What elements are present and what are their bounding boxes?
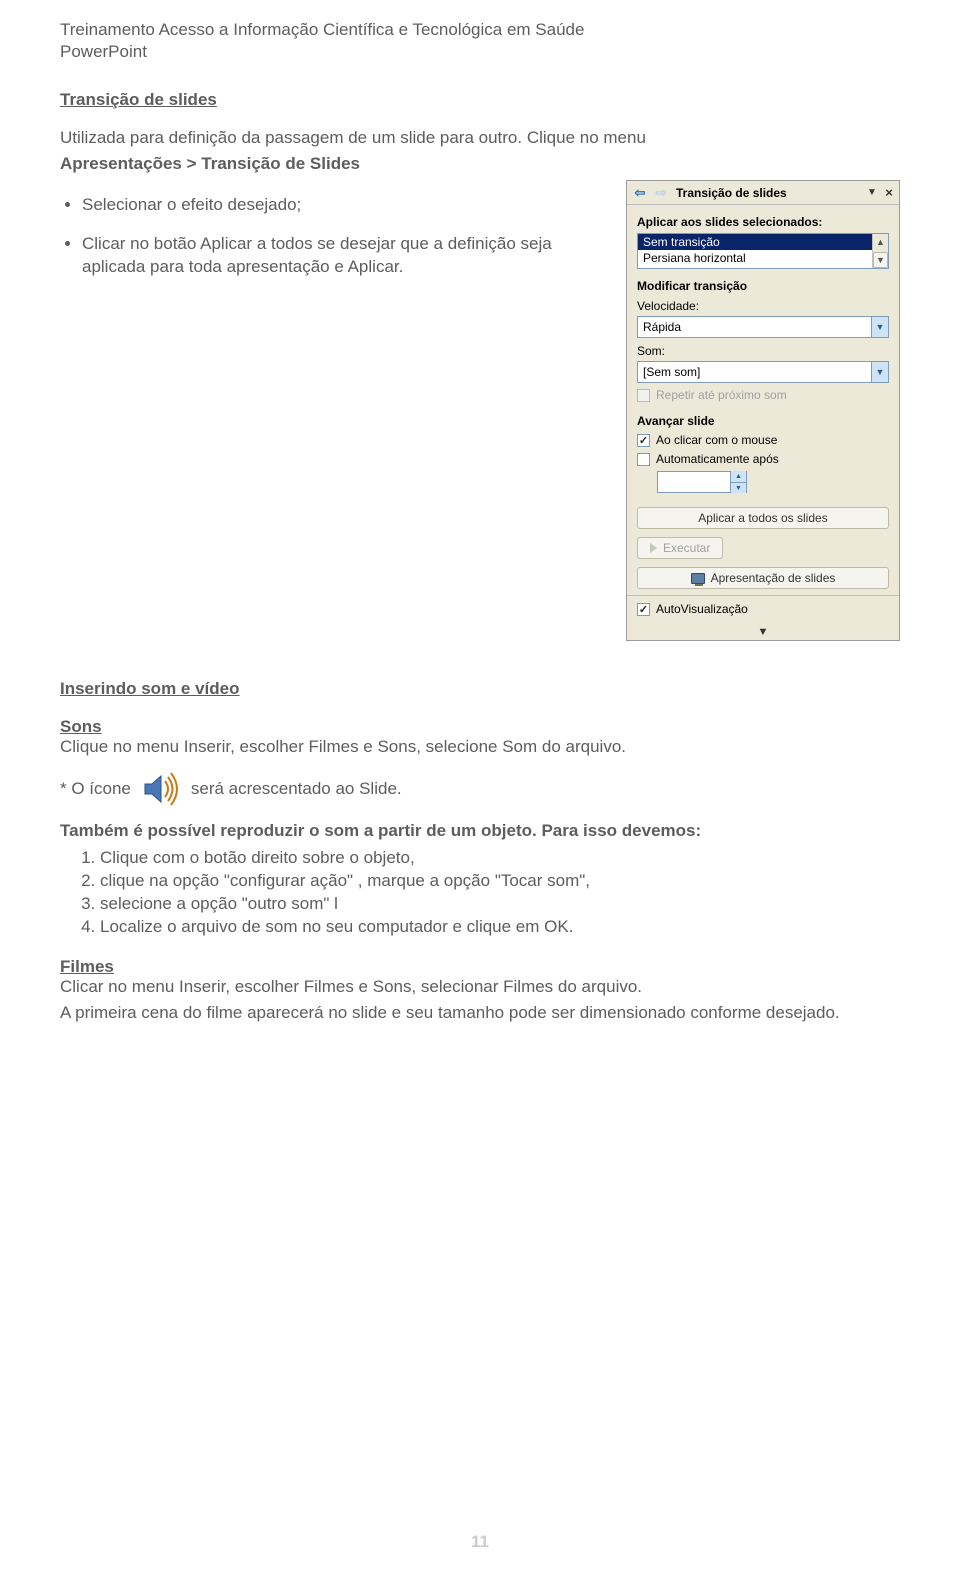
pane-forward-icon[interactable]: ⇨ bbox=[652, 184, 670, 202]
filmes-heading: Filmes bbox=[60, 957, 900, 977]
pane-expand-icon[interactable]: ▼ bbox=[758, 626, 769, 638]
repeat-checkbox bbox=[637, 389, 650, 402]
pane-menu-dropdown-icon[interactable]: ▼ bbox=[865, 187, 879, 198]
repeat-sound-row: Repetir até próximo som bbox=[637, 388, 889, 402]
step-2: clique na opção "configurar ação" , marq… bbox=[100, 870, 900, 893]
on-click-label: Ao clicar com o mouse bbox=[656, 433, 777, 447]
bullet-1: Selecionar o efeito desejado; bbox=[82, 194, 608, 217]
apply-all-label: Aplicar a todos os slides bbox=[698, 511, 827, 525]
effects-listbox[interactable]: Sem transição Persiana horizontal ▲ ▼ bbox=[637, 233, 889, 269]
scroll-up-icon[interactable]: ▲ bbox=[873, 234, 888, 250]
slideshow-label: Apresentação de slides bbox=[711, 571, 836, 585]
intro-line-2: Apresentações > Transição de Slides bbox=[60, 154, 900, 174]
sound-value: [Sem som] bbox=[638, 365, 871, 379]
auto-after-label: Automaticamente após bbox=[656, 452, 779, 466]
autopreview-row[interactable]: ✓ AutoVisualização bbox=[637, 602, 889, 616]
execute-label: Executar bbox=[663, 541, 710, 555]
auto-after-input[interactable]: ▲ ▼ bbox=[657, 471, 747, 493]
advance-label: Avançar slide bbox=[637, 414, 889, 428]
transition-task-pane: ⇦ ⇨ Transição de slides ▼ × Aplicar aos … bbox=[626, 180, 900, 641]
on-click-row[interactable]: ✓ Ao clicar com o mouse bbox=[637, 433, 889, 447]
spin-up-icon[interactable]: ▲ bbox=[730, 471, 746, 482]
scroll-down-icon[interactable]: ▼ bbox=[873, 252, 888, 268]
sound-dropdown-icon[interactable]: ▼ bbox=[871, 362, 888, 382]
effect-selected[interactable]: Sem transição bbox=[638, 234, 888, 250]
pane-title: Transição de slides bbox=[670, 186, 865, 200]
step-4: Localize o arquivo de som no seu computa… bbox=[100, 916, 900, 939]
sound-combo[interactable]: [Sem som] ▼ bbox=[637, 361, 889, 383]
repro-intro: Também é possível reproduzir o som a par… bbox=[60, 821, 900, 841]
speed-combo[interactable]: Rápida ▼ bbox=[637, 316, 889, 338]
step-3: selecione a opção "outro som" l bbox=[100, 893, 900, 916]
apply-all-button[interactable]: Aplicar a todos os slides bbox=[637, 507, 889, 529]
page-number: 11 bbox=[0, 1532, 960, 1552]
speaker-icon bbox=[141, 769, 181, 809]
speed-label: Velocidade: bbox=[637, 299, 889, 313]
modify-label: Modificar transição bbox=[637, 279, 889, 293]
spin-down-icon[interactable]: ▼ bbox=[730, 482, 746, 493]
pane-back-icon[interactable]: ⇦ bbox=[631, 184, 649, 202]
icon-line-left: * O ícone bbox=[60, 779, 131, 799]
autopreview-checkbox[interactable]: ✓ bbox=[637, 603, 650, 616]
bullet-2: Clicar no botão Aplicar a todos se desej… bbox=[82, 233, 608, 279]
pane-divider bbox=[627, 595, 899, 596]
on-click-checkbox[interactable]: ✓ bbox=[637, 434, 650, 447]
auto-after-row[interactable]: Automaticamente após bbox=[637, 452, 889, 466]
bullet-list: Selecionar o efeito desejado; Clicar no … bbox=[60, 194, 608, 279]
pane-close-icon[interactable]: × bbox=[879, 185, 895, 200]
filmes-p1: Clicar no menu Inserir, escolher Filmes … bbox=[60, 977, 900, 997]
doc-header-1: Treinamento Acesso a Informação Científi… bbox=[60, 20, 900, 40]
execute-button[interactable]: Executar bbox=[637, 537, 723, 559]
autopreview-label: AutoVisualização bbox=[656, 602, 748, 616]
speed-dropdown-icon[interactable]: ▼ bbox=[871, 317, 888, 337]
slideshow-button[interactable]: Apresentação de slides bbox=[637, 567, 889, 589]
speed-value: Rápida bbox=[638, 320, 871, 334]
filmes-p2: A primeira cena do filme aparecerá no sl… bbox=[60, 1003, 900, 1023]
monitor-icon bbox=[691, 573, 705, 584]
step-1: Clique com o botão direito sobre o objet… bbox=[100, 847, 900, 870]
section-som-video-title: Inserindo som e vídeo bbox=[60, 679, 900, 699]
intro-line-1: Utilizada para definição da passagem de … bbox=[60, 128, 900, 148]
effect-option[interactable]: Persiana horizontal bbox=[638, 250, 888, 266]
sons-text: Clique no menu Inserir, escolher Filmes … bbox=[60, 737, 900, 757]
section-transicao-title: Transição de slides bbox=[60, 90, 900, 110]
play-icon bbox=[650, 543, 657, 553]
listbox-scrollbar[interactable]: ▲ ▼ bbox=[872, 234, 888, 268]
apply-to-selected-label: Aplicar aos slides selecionados: bbox=[637, 215, 889, 229]
sons-heading: Sons bbox=[60, 717, 900, 737]
doc-header-2: PowerPoint bbox=[60, 42, 900, 62]
steps-list: Clique com o botão direito sobre o objet… bbox=[60, 847, 900, 939]
sound-label: Som: bbox=[637, 344, 889, 358]
icon-line-right: será acrescentado ao Slide. bbox=[191, 779, 402, 799]
repeat-label: Repetir até próximo som bbox=[656, 388, 787, 402]
auto-after-checkbox[interactable] bbox=[637, 453, 650, 466]
